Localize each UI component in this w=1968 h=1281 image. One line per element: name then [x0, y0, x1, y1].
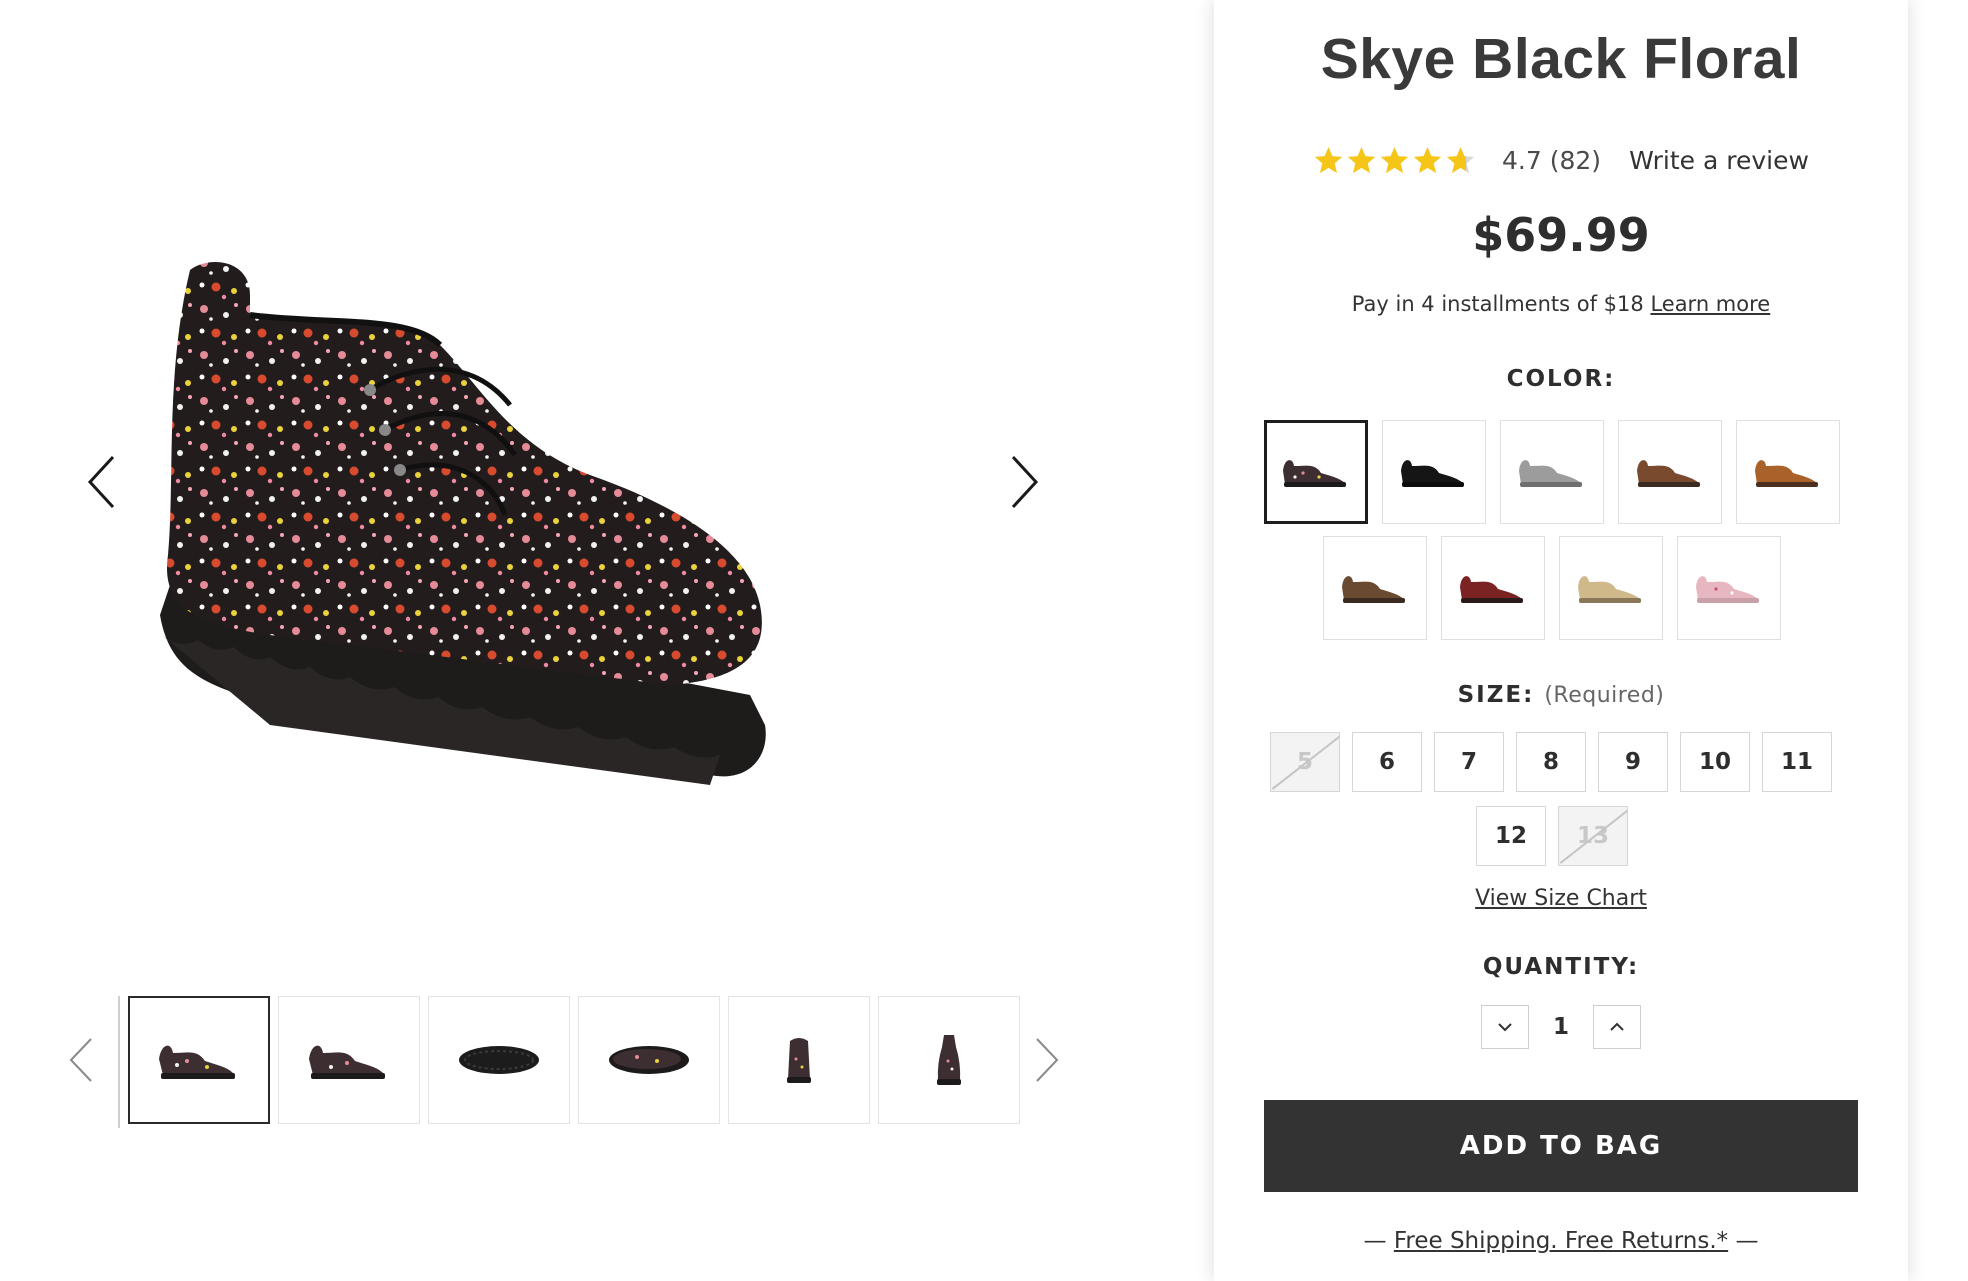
star-icon	[1380, 146, 1409, 173]
rating-row: 4.7 (82) Write a review	[1214, 140, 1908, 180]
boot-swatch-image	[1401, 460, 1464, 487]
size-option-10[interactable]: 10	[1680, 732, 1750, 792]
decrease-quantity-button[interactable]	[1481, 1005, 1529, 1049]
thumbnail-side-alt[interactable]	[278, 996, 420, 1124]
color-swatch-cocoa[interactable]	[1323, 536, 1427, 640]
view-size-chart-link[interactable]: View Size Chart	[1214, 886, 1908, 911]
star-partial-icon	[1446, 146, 1475, 173]
add-to-bag-button[interactable]: ADD TO BAG	[1264, 1100, 1858, 1192]
chevron-down-icon	[1498, 1023, 1512, 1032]
size-option-13[interactable]: 13	[1558, 806, 1628, 866]
star-icon	[1347, 146, 1376, 173]
chevron-right-icon	[1036, 1038, 1059, 1082]
front-thumbnail-image	[787, 1038, 811, 1083]
dash-right: —	[1735, 1228, 1759, 1254]
boot-thumbnail-image	[159, 1045, 235, 1079]
product-price: $69.99	[1472, 208, 1650, 262]
size-required-note: (Required)	[1544, 683, 1665, 708]
shipping-info: — Free Shipping. Free Returns.* —	[1214, 1228, 1908, 1254]
star-icon	[1413, 146, 1442, 173]
boot-swatch-image	[1755, 460, 1818, 487]
chevron-up-icon	[1610, 1022, 1624, 1031]
next-image-button[interactable]	[994, 442, 1054, 522]
chevron-right-icon	[1011, 455, 1039, 509]
quantity-value[interactable]: 1	[1529, 1014, 1593, 1040]
color-label: COLOR:	[1506, 366, 1616, 392]
color-swatch-red[interactable]	[1441, 536, 1545, 640]
sole-thumbnail-image	[459, 1046, 539, 1074]
color-swatch-tan[interactable]	[1559, 536, 1663, 640]
product-title: Skye Black Floral	[1320, 27, 1802, 91]
thumbnail-top[interactable]	[578, 996, 720, 1124]
free-shipping-returns-link[interactable]: Free Shipping. Free Returns.*	[1394, 1228, 1728, 1254]
boot-swatch-image	[1283, 460, 1346, 487]
thumbnails-previous-button[interactable]	[56, 1020, 106, 1100]
previous-image-button[interactable]	[72, 442, 132, 522]
dash-left: —	[1363, 1228, 1387, 1254]
size-option-11[interactable]: 11	[1762, 732, 1832, 792]
size-option-5[interactable]: 5	[1270, 732, 1340, 792]
boot-swatch-image	[1342, 576, 1405, 603]
color-swatch-chestnut[interactable]	[1618, 420, 1722, 524]
thumbnails-next-button[interactable]	[1022, 1020, 1072, 1100]
star-rating[interactable]	[1313, 145, 1476, 176]
thumbnail-strip	[118, 996, 1020, 1128]
boot-swatch-image	[1696, 576, 1759, 603]
top-thumbnail-image	[609, 1046, 689, 1074]
installments-text: Pay in 4 installments of $18	[1351, 292, 1644, 316]
boot-swatch-image	[1578, 576, 1641, 603]
main-product-image[interactable]	[150, 255, 990, 895]
back-thumbnail-image	[937, 1035, 961, 1085]
quantity-stepper: 1	[1214, 1004, 1908, 1050]
product-gallery	[0, 0, 1200, 1281]
thumbnail-sole[interactable]	[428, 996, 570, 1124]
boot-swatch-image	[1460, 576, 1523, 603]
write-review-link[interactable]: Write a review	[1629, 146, 1809, 175]
color-swatch-gray[interactable]	[1500, 420, 1604, 524]
chevron-left-icon	[87, 455, 115, 509]
thumbnail-back[interactable]	[878, 996, 1020, 1124]
size-option-7[interactable]: 7	[1434, 732, 1504, 792]
learn-more-link[interactable]: Learn more	[1650, 292, 1770, 316]
size-option-6[interactable]: 6	[1352, 732, 1422, 792]
color-swatch-black[interactable]	[1382, 420, 1486, 524]
installments-info: Pay in 4 installments of $18 Learn more	[1214, 292, 1908, 316]
chevron-left-icon	[69, 1038, 92, 1082]
boot-swatch-image	[1519, 460, 1582, 487]
boot-swatch-image	[1637, 460, 1700, 487]
size-option-12[interactable]: 12	[1476, 806, 1546, 866]
color-swatch-pink-floral[interactable]	[1677, 536, 1781, 640]
boot-thumbnail-image	[309, 1045, 385, 1079]
increase-quantity-button[interactable]	[1593, 1005, 1641, 1049]
product-details-panel: Skye Black Floral 4.7 (82) Write a revie…	[1214, 0, 1908, 1281]
star-icon	[1314, 146, 1343, 173]
color-swatch-black-floral[interactable]	[1264, 420, 1368, 524]
quantity-label: QUANTITY:	[1482, 954, 1640, 980]
thumbnail-front[interactable]	[728, 996, 870, 1124]
rating-summary: 4.7 (82)	[1502, 145, 1602, 175]
size-label-row: SIZE: (Required)	[1214, 682, 1908, 708]
size-label: SIZE:	[1457, 682, 1535, 708]
color-swatch-hickory[interactable]	[1736, 420, 1840, 524]
size-option-9[interactable]: 9	[1598, 732, 1668, 792]
size-option-8[interactable]: 8	[1516, 732, 1586, 792]
thumbnail-side[interactable]	[128, 996, 270, 1124]
